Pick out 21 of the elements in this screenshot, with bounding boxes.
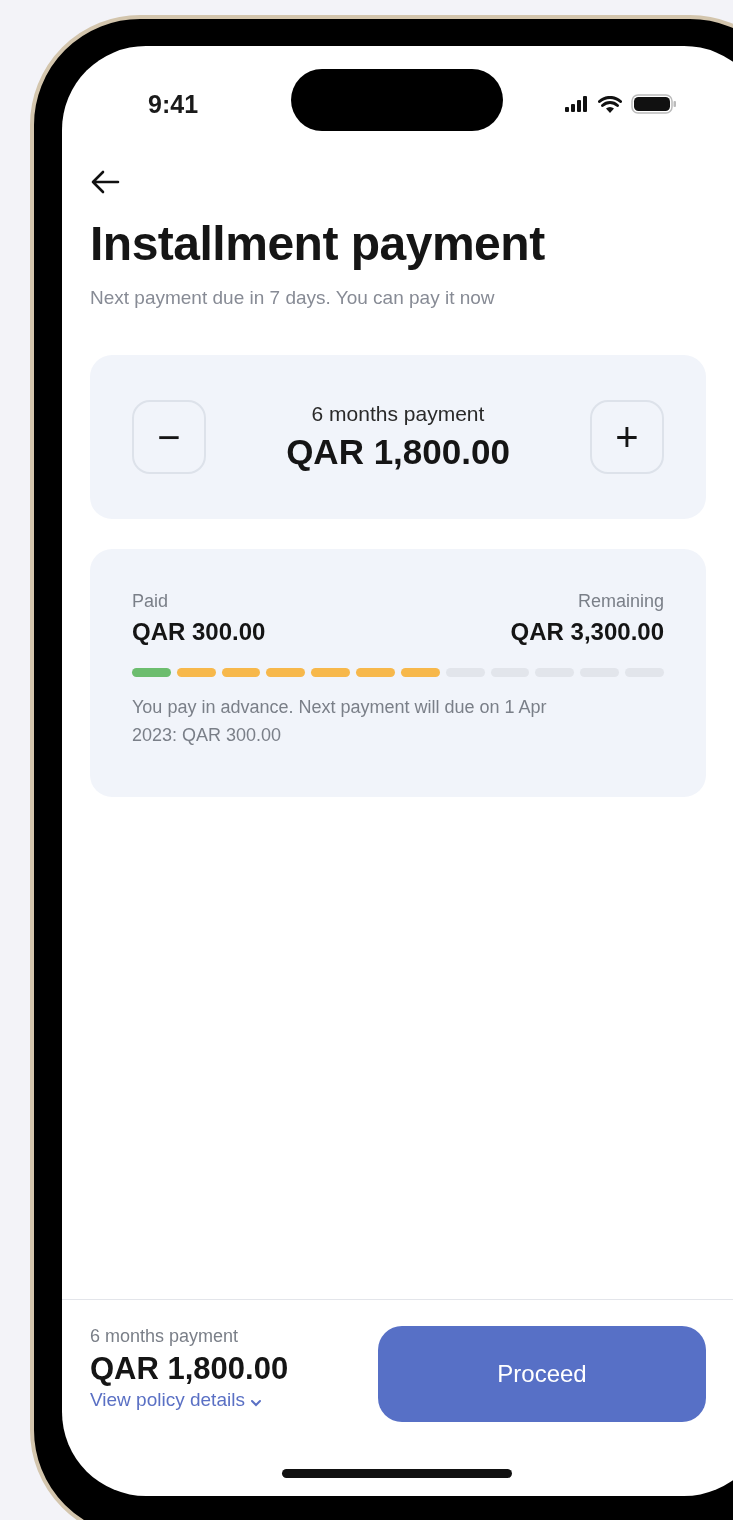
paid-amount: QAR 300.00 [132,618,266,646]
signal-icon [565,96,589,112]
chevron-down-icon [248,1398,263,1408]
payment-amount: QAR 1,800.00 [286,432,510,472]
back-arrow-icon[interactable] [90,170,120,194]
policy-details-link[interactable]: View policy details [90,1389,289,1411]
remaining-label: Remaining [577,591,664,612]
page-title: Installment payment [90,216,546,271]
period-label: 6 months payment [90,1326,240,1347]
wifi-icon [598,95,622,113]
decrement-button[interactable]: − [132,400,206,474]
increment-button[interactable]: + [590,400,664,474]
total-amount: QAR 1,800.00 [90,1351,289,1387]
proceed-button[interactable]: Proceed [378,1326,706,1422]
paid-label: Paid [132,591,169,612]
advance-note: You pay in advance. Next payment will due on 1 Apr 2023: QAR 300.00 [132,696,548,747]
battery-icon [631,94,677,114]
status-time: 9:41 [148,89,199,119]
remaining-amount: QAR 3,300.00 [510,618,664,646]
period-label: 6 months payment [311,402,485,426]
page-subtitle: Next payment due in 7 days. You can pay it now [90,287,496,309]
